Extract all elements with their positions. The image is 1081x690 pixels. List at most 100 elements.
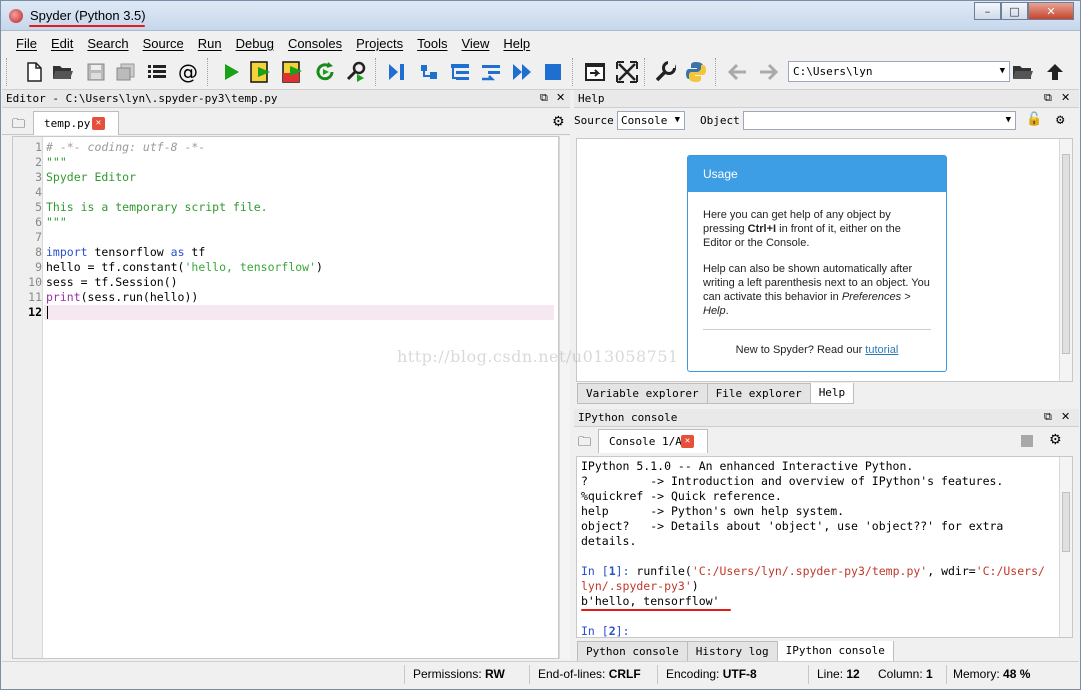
stop-kernel-icon[interactable] <box>1021 435 1033 447</box>
minimize-button[interactable]: – <box>974 2 1001 20</box>
tab-variable-explorer[interactable]: Variable explorer <box>577 383 708 404</box>
object-input[interactable]: ▼ <box>743 111 1016 130</box>
status-memory: Memory: 48 % <box>953 667 1031 681</box>
lock-icon[interactable]: 🔓 <box>1026 112 1042 127</box>
debug-step-icon[interactable] <box>385 60 409 84</box>
gear-icon[interactable]: ⚙ <box>1056 112 1064 128</box>
spyder-window: Spyder (Python 3.5) – □ ✕ File Edit Sear… <box>0 0 1081 690</box>
undock-icon[interactable]: ⧉ <box>1044 91 1052 105</box>
chevron-down-icon[interactable]: ▼ <box>1000 66 1005 76</box>
run-cell-advance-icon[interactable] <box>282 60 306 84</box>
run-icon[interactable] <box>219 60 243 84</box>
editor-scrollbar[interactable] <box>559 136 570 659</box>
console-intro-line: object? -> Details about 'object', use '… <box>581 519 1004 533</box>
close-button[interactable]: ✕ <box>1028 2 1074 20</box>
open-folder-icon[interactable] <box>51 60 75 84</box>
help-source-bar: Source Console ▼ Object ▼ 🔓 ⚙ <box>572 109 1079 135</box>
close-tab-icon[interactable]: ✕ <box>92 117 105 130</box>
maximize-pane-icon[interactable] <box>583 60 607 84</box>
code-line-2: """ <box>46 155 67 169</box>
console-input-2: In [2]: <box>581 624 630 638</box>
menu-edit[interactable]: Edit <box>51 36 73 51</box>
new-file-icon[interactable] <box>22 60 46 84</box>
menu-source[interactable]: Source <box>143 36 184 51</box>
editor-pane-header: Editor - C:\Users\lyn\.spyder-py3\temp.p… <box>2 90 570 108</box>
source-select-value: Console <box>621 114 668 127</box>
console-scrollbar[interactable] <box>1059 457 1072 637</box>
code-line-10: sess = tf.Session() <box>46 275 178 289</box>
menu-search[interactable]: Search <box>87 36 128 51</box>
working-directory-combo[interactable]: C:\Users\lyn ▼ <box>788 61 1010 82</box>
back-arrow-icon[interactable] <box>726 60 750 84</box>
at-icon[interactable]: @ <box>176 60 200 84</box>
python-path-icon[interactable] <box>684 60 708 84</box>
text-cursor <box>47 306 48 319</box>
source-select[interactable]: Console ▼ <box>617 111 685 130</box>
tab-python-console[interactable]: Python console <box>577 641 688 662</box>
debug-fast-forward-icon[interactable] <box>510 60 534 84</box>
undock-icon[interactable]: ⧉ <box>540 91 548 105</box>
usage-title: Usage <box>688 156 946 192</box>
close-pane-icon[interactable]: ✕ <box>556 91 565 104</box>
tab-file-explorer[interactable]: File explorer <box>706 383 811 404</box>
gear-icon[interactable]: ⚙ <box>1049 432 1062 448</box>
debug-step-into-icon[interactable] <box>417 60 441 84</box>
menu-view[interactable]: View <box>461 36 489 51</box>
console-tab-1a[interactable]: Console 1/A ✕ <box>598 429 708 453</box>
close-tab-icon[interactable]: ✕ <box>681 435 694 448</box>
window-title: Spyder (Python 3.5) <box>30 8 146 23</box>
editor-pane-title: Editor - C:\Users\lyn\.spyder-py3\temp.p… <box>6 92 278 105</box>
editor-tab-temp-py[interactable]: temp.py ✕ <box>33 111 119 135</box>
menu-file[interactable]: File <box>16 36 37 51</box>
close-pane-icon[interactable]: ✕ <box>1061 91 1070 104</box>
rerun-icon[interactable] <box>313 60 337 84</box>
debug-step-return-icon[interactable] <box>448 60 472 84</box>
chevron-down-icon[interactable]: ▼ <box>1006 115 1011 125</box>
menu-tools[interactable]: Tools <box>417 36 447 51</box>
save-all-icon[interactable] <box>114 60 138 84</box>
parent-dir-icon[interactable] <box>1043 60 1067 84</box>
fullscreen-icon[interactable] <box>615 60 639 84</box>
console-intro-line: ? -> Introduction and overview of IPytho… <box>581 474 1004 488</box>
browse-folder-icon[interactable] <box>1011 60 1035 84</box>
gear-icon[interactable]: ⚙ <box>552 114 565 130</box>
menu-consoles[interactable]: Consoles <box>288 36 342 51</box>
run-cell-icon[interactable] <box>250 60 274 84</box>
status-eol: End-of-lines: CRLF <box>538 667 641 681</box>
save-icon[interactable] <box>84 60 108 84</box>
close-pane-icon[interactable]: ✕ <box>1061 410 1070 423</box>
config-run-icon[interactable] <box>343 60 367 84</box>
working-directory-value: C:\Users\lyn <box>793 65 873 78</box>
line-number: 1 <box>35 140 42 154</box>
usage-paragraph-1: Here you can get help of any object by p… <box>703 209 901 249</box>
ipython-console[interactable]: IPython 5.1.0 -- An enhanced Interactive… <box>576 456 1073 638</box>
outline-icon[interactable] <box>145 60 169 84</box>
status-column: Column: 1 <box>878 667 933 681</box>
menu-debug[interactable]: Debug <box>236 36 274 51</box>
status-encoding: Encoding: UTF-8 <box>666 667 757 681</box>
tab-ipython-console[interactable]: IPython console <box>776 641 894 662</box>
lower-right-tabs: Python console History log IPython conso… <box>577 641 894 662</box>
undock-icon[interactable]: ⧉ <box>1044 410 1052 424</box>
help-scrollbar[interactable] <box>1059 139 1072 381</box>
browse-tabs-icon[interactable]: 🗀 <box>578 433 591 455</box>
code-line-1: # -*- coding: utf-8 -*- <box>46 140 206 154</box>
code-editor[interactable]: 1 2 3 4 5 6 7 8 9 10 11 12 # -*- coding:… <box>12 136 559 659</box>
menu-run[interactable]: Run <box>198 36 222 51</box>
debug-stop-icon[interactable] <box>541 60 565 84</box>
tutorial-link[interactable]: tutorial <box>865 344 898 356</box>
menu-projects[interactable]: Projects <box>356 36 403 51</box>
console-intro-line: IPython 5.1.0 -- An enhanced Interactive… <box>581 459 914 473</box>
debug-continue-icon[interactable] <box>479 60 503 84</box>
chevron-down-icon: ▼ <box>674 115 680 125</box>
browse-tabs-icon[interactable]: 🗀 <box>12 115 25 137</box>
maximize-button[interactable]: □ <box>1001 2 1028 20</box>
menu-help[interactable]: Help <box>503 36 530 51</box>
tab-history-log[interactable]: History log <box>686 641 778 662</box>
preferences-icon[interactable] <box>653 60 677 84</box>
line-number: 10 <box>28 275 42 289</box>
console-input-1: In [1]: runfile('C:/Users/lyn/.spyder-py… <box>581 564 1045 578</box>
forward-arrow-icon[interactable] <box>756 60 780 84</box>
code-line-9: hello = tf.constant('hello, tensorflow') <box>46 260 323 274</box>
tab-help[interactable]: Help <box>809 383 855 404</box>
